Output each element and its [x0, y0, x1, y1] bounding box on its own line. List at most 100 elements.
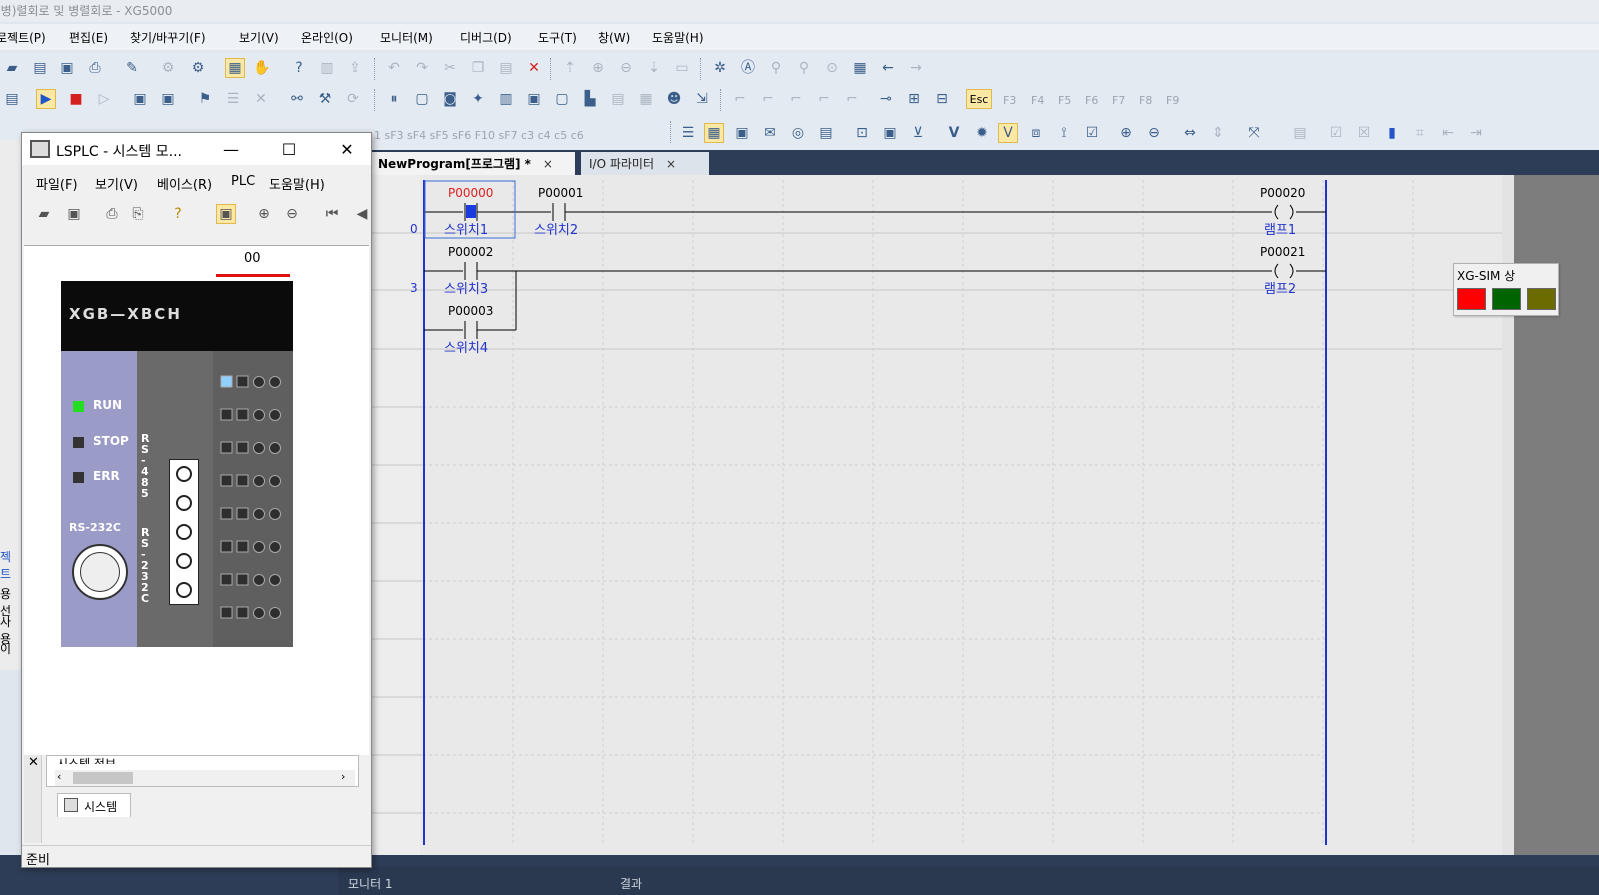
first-icon[interactable]: ⏮	[322, 204, 342, 224]
verify-icon[interactable]: ☑	[1326, 123, 1346, 143]
f4-key[interactable]: F4	[1031, 94, 1044, 107]
split-v-icon[interactable]: ⇕	[1208, 123, 1228, 143]
menu-debug[interactable]: 디버그(D)	[460, 29, 512, 46]
replace-icon[interactable]: ⚲	[794, 58, 814, 78]
f7-key[interactable]: F7	[1112, 94, 1125, 107]
find-device-icon[interactable]: ⚲	[766, 58, 786, 78]
menu-project[interactable]: 로젝트(P)	[0, 29, 46, 46]
note-icon[interactable]: ▤	[1290, 123, 1310, 143]
lsplc-menu-help[interactable]: 도움말(H)	[269, 174, 325, 193]
gear-chip-icon[interactable]: ✹	[972, 123, 992, 143]
settings-icon[interactable]: ⚙	[188, 58, 208, 78]
trend-icon[interactable]: ▤	[608, 89, 628, 109]
seg2-icon[interactable]: ⌐	[758, 89, 778, 109]
monitor-box-icon[interactable]: ▢	[412, 89, 432, 109]
ladder-editor[interactable]	[370, 175, 1502, 855]
device-icon[interactable]: ✲	[710, 58, 730, 78]
insert-row-icon[interactable]: ⇡	[560, 58, 580, 78]
table-icon[interactable]: ▦	[636, 89, 656, 109]
function-keys-shift[interactable]: 1 sF3 sF4 sF5 sF6 F10 sF7 c3 c4 c5 c6	[374, 129, 584, 142]
help-icon[interactable]: ?	[289, 58, 309, 78]
panel-view-icon[interactable]: ▤	[816, 123, 836, 143]
close-button[interactable]: ✕	[327, 137, 367, 161]
menu-view[interactable]: 보기(V)	[239, 29, 279, 46]
arrow-left-icon[interactable]: ⇤	[1438, 123, 1458, 143]
wrench-icon[interactable]: ✎	[122, 58, 142, 78]
open-icon[interactable]: ▰	[34, 204, 54, 224]
plc-view-canvas[interactable]: 00 XGB—XBCH RUN STOP ERR RS-232C RS-485	[24, 245, 369, 755]
xg-sim-status-window[interactable]: XG-SIM 상	[1453, 263, 1559, 316]
window-view-icon[interactable]: ▣	[732, 123, 752, 143]
back-arrow-icon[interactable]: ←	[878, 58, 898, 78]
scroll-left-icon[interactable]: ‹	[57, 770, 61, 783]
arrow-right-icon[interactable]: ⇥	[1466, 123, 1486, 143]
menu-edit[interactable]: 편집(E)	[69, 29, 108, 46]
copy-icon[interactable]: ❐	[468, 58, 488, 78]
horizontal-line-icon[interactable]: ⊸	[876, 89, 896, 109]
panel-close-icon[interactable]: ✕	[28, 755, 39, 770]
undo-icon[interactable]: ↶	[384, 58, 404, 78]
monitor-1-tab[interactable]: 모니터 1	[348, 875, 393, 892]
menu-online[interactable]: 온라인(O)	[301, 29, 353, 46]
tab-new-program[interactable]: NewProgram[프로그램] * ×	[370, 152, 575, 175]
lsplc-menu-file[interactable]: 파일(F)	[36, 174, 78, 193]
zoom-in-icon[interactable]: ⊕	[1116, 123, 1136, 143]
fit-icon[interactable]: ⤧	[1244, 123, 1264, 143]
print-icon[interactable]: ⎙	[102, 204, 122, 224]
find-icon[interactable]: Ⓐ	[738, 58, 758, 78]
zoom-out-icon[interactable]: ⊖	[282, 204, 302, 224]
cut-icon[interactable]: ✂	[440, 58, 460, 78]
lsplc-title-bar[interactable]: LSPLC - 시스템 모... — ☐ ✕	[22, 133, 371, 165]
lsplc-system-monitor-window[interactable]: LSPLC - 시스템 모... — ☐ ✕ 파일(F) 보기(V) 베이스(R…	[21, 132, 372, 868]
menu-tools[interactable]: 도구(T)	[538, 29, 577, 46]
seg4-icon[interactable]: ⌐	[814, 89, 834, 109]
monitor-icon[interactable]: ▣	[216, 204, 236, 224]
delete-icon[interactable]: ✕	[524, 58, 544, 78]
layout-icon[interactable]: ⊡	[852, 123, 872, 143]
mail-view-icon[interactable]: ✉	[760, 123, 780, 143]
frame2-icon[interactable]: ⌗	[1410, 123, 1430, 143]
stop-icon[interactable]: ■	[66, 89, 86, 109]
vcoil-icon[interactable]: ⧈	[1026, 123, 1046, 143]
insert-col-icon[interactable]: ⊕	[588, 58, 608, 78]
edit-link-icon[interactable]: ⚒	[315, 89, 335, 109]
tab-io-parameter[interactable]: I/O 파라미터 ×	[581, 152, 709, 175]
menu-find-replace[interactable]: 찾기/바꾸기(F)	[130, 29, 206, 46]
seg5-icon[interactable]: ⌐	[842, 89, 862, 109]
list-view-icon[interactable]: ☰	[678, 123, 698, 143]
tab-close-icon[interactable]: ×	[666, 157, 676, 171]
prev-icon[interactable]: ◀	[352, 204, 372, 224]
seg3-icon[interactable]: ⌐	[786, 89, 806, 109]
v-icon[interactable]: V	[944, 123, 964, 143]
paste-icon[interactable]: ▤	[496, 58, 516, 78]
plc-module[interactable]: XGB—XBCH RUN STOP ERR RS-232C RS-485 RS-…	[61, 281, 293, 647]
zoom-out-icon[interactable]: ⊖	[1144, 123, 1164, 143]
connect-icon[interactable]: ⚙	[158, 58, 178, 78]
f6-key[interactable]: F6	[1085, 94, 1098, 107]
open-project-icon[interactable]: ▤	[30, 58, 50, 78]
run-icon[interactable]: ▶	[36, 89, 56, 109]
tree-icon[interactable]: ⊻	[908, 123, 928, 143]
vo-icon[interactable]: V	[998, 123, 1018, 143]
check-box-icon[interactable]: ☑	[1082, 123, 1102, 143]
split-h-icon[interactable]: ⇔	[1180, 123, 1200, 143]
export-icon[interactable]: ⇪	[345, 58, 365, 78]
f9-key[interactable]: F9	[1166, 94, 1179, 107]
coil-list-icon[interactable]: ⊟	[932, 89, 952, 109]
flag-icon[interactable]: ⚑	[195, 89, 215, 109]
f3-key[interactable]: F3	[1003, 94, 1016, 107]
lsplc-menu-base[interactable]: 베이스(R)	[157, 174, 212, 193]
seg1-icon[interactable]: ⌐	[730, 89, 750, 109]
tab-system[interactable]: 시스템	[57, 793, 131, 817]
clear-icon[interactable]: ☒	[1354, 123, 1374, 143]
camera-icon[interactable]: ◙	[440, 89, 460, 109]
list-icon[interactable]: ☰	[223, 89, 243, 109]
io-icon[interactable]: ▣	[130, 89, 150, 109]
comment-icon[interactable]: ▭	[672, 58, 692, 78]
pause-icon[interactable]: ⏸	[384, 89, 404, 109]
chip-icon[interactable]: ✦	[468, 89, 488, 109]
memory-icon[interactable]: ▥	[496, 89, 516, 109]
grid-view-icon[interactable]: ▦	[704, 123, 724, 143]
redo-icon[interactable]: ↷	[412, 58, 432, 78]
export-chart-icon[interactable]: ⇲	[692, 89, 712, 109]
